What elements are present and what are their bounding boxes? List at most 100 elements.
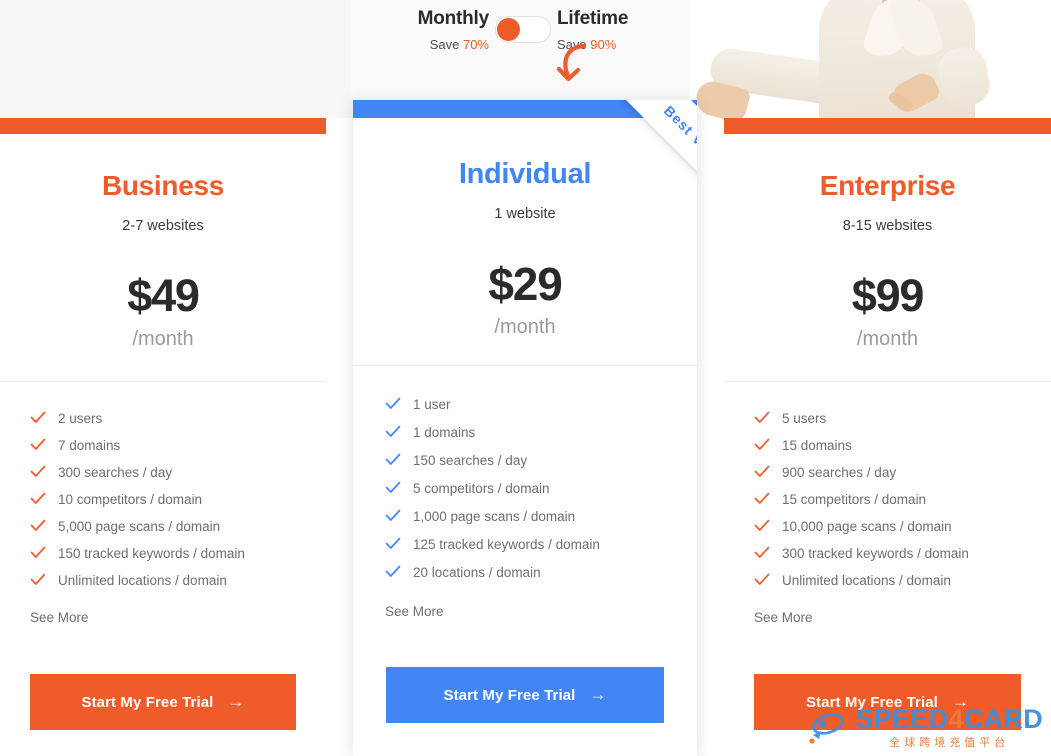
check-icon [754,437,770,453]
feature-item: 2 users [30,410,326,426]
monthly-save-text: Save 70% [369,37,489,52]
lifetime-save-prefix: Save [557,37,591,52]
see-more-link-individual[interactable]: See More [353,604,697,619]
plan-header-individual: Individual 1 website $29 /month [353,100,697,339]
feature-label: 5 competitors / domain [413,480,550,496]
pricing-cards-grid: Business 2-7 websites $49 /month 2 users… [0,0,1051,756]
feature-item: 5,000 page scans / domain [30,518,326,534]
arrow-right-icon: → [227,692,245,711]
check-icon [385,564,401,580]
check-icon [754,410,770,426]
feature-label: 150 searches / day [413,452,528,468]
cta-label: Start My Free Trial [81,693,214,711]
billing-toggle-area: Monthly Save 70% Lifetime Save 90% [351,4,695,96]
feature-label: 300 searches / day [58,464,173,480]
lifetime-label: Lifetime [557,8,629,29]
check-icon [30,491,46,507]
feature-item: 150 tracked keywords / domain [30,545,326,561]
cta-wrapper-business: Start My Free Trial → [0,674,326,756]
feature-label: 900 searches / day [782,464,897,480]
feature-label: 300 tracked keywords / domain [782,545,969,561]
feature-item: 7 domains [30,437,326,453]
lifetime-save-value: 90% [590,37,617,52]
check-icon [754,518,770,534]
plan-price-enterprise: $99 [851,270,925,321]
check-icon [30,545,46,561]
plan-price-business: $49 [127,270,200,321]
feature-item: 1,000 page scans / domain [385,508,697,524]
feature-label: 5,000 page scans / domain [58,518,221,534]
check-icon [385,396,401,412]
start-free-trial-button-individual[interactable]: Start My Free Trial → [386,667,664,723]
check-icon [30,518,46,534]
plan-price-individual: $29 [488,258,562,310]
check-icon [385,480,401,496]
plan-name-enterprise: Enterprise [819,170,956,201]
feature-item: 125 tracked keywords / domain [385,536,697,552]
feature-item: 5 competitors / domain [385,480,697,496]
plan-period-enterprise: /month [856,328,919,350]
feature-label: 5 users [782,410,827,426]
plan-websites-business: 2-7 websites [122,218,204,234]
plan-websites-individual: 1 website [494,206,556,222]
feature-item: Unlimited locations / domain [30,572,326,588]
check-icon [754,491,770,507]
arrow-right-icon: → [589,685,607,704]
feature-label: 125 tracked keywords / domain [413,536,600,552]
check-icon [385,424,401,440]
feature-label: 15 competitors / domain [782,491,927,507]
feature-item: 15 competitors / domain [754,491,1051,507]
check-icon [754,572,770,588]
billing-toggle-row: Monthly Save 70% Lifetime Save 90% [351,8,695,52]
see-more-link-business[interactable]: See More [0,610,326,625]
monthly-save-value: 70% [462,37,489,52]
monthly-option[interactable]: Monthly Save 70% [369,8,495,52]
pricing-card-enterprise: Enterprise 8-15 websites $99 /month 5 us… [724,118,1051,756]
billing-period-switch[interactable] [495,16,551,43]
feature-label: 20 locations / domain [413,564,541,580]
feature-list-individual: 1 user 1 domains 150 searches / day 5 co… [353,366,697,592]
see-more-link-enterprise[interactable]: See More [724,610,1051,625]
feature-label: 1 user [413,396,451,412]
plan-name-business: Business [101,170,225,201]
feature-label: Unlimited locations / domain [58,572,227,588]
plan-period-business: /month [132,328,194,350]
plan-name-individual: Individual [458,158,592,190]
feature-item: 15 domains [754,437,1051,453]
feature-item: 300 searches / day [30,464,326,480]
check-icon [30,410,46,426]
feature-item: 20 locations / domain [385,564,697,580]
lifetime-option[interactable]: Lifetime Save 90% [551,8,677,52]
feature-label: 10 competitors / domain [58,491,203,507]
check-icon [385,536,401,552]
feature-label: 10,000 page scans / domain [782,518,952,534]
feature-label: 1,000 page scans / domain [413,508,576,524]
feature-list-business: 2 users 7 domains 300 searches / day 10 … [0,382,326,599]
pricing-card-individual: Best Value Individual 1 website $29 /mon… [353,100,697,756]
plan-period-individual: /month [494,316,556,338]
monthly-save-prefix: Save [429,37,463,52]
monthly-label: Monthly [417,8,490,29]
check-icon [30,437,46,453]
feature-label: 7 domains [58,437,121,453]
feature-list-enterprise: 5 users 15 domains 900 searches / day 15… [724,382,1051,599]
feature-item: 150 searches / day [385,452,697,468]
check-icon [385,508,401,524]
feature-item: 300 tracked keywords / domain [754,545,1051,561]
feature-item: Unlimited locations / domain [754,572,1051,588]
plan-websites-enterprise: 8-15 websites [842,218,933,234]
feature-item: 5 users [754,410,1051,426]
start-free-trial-button-business[interactable]: Start My Free Trial → [30,674,296,730]
pricing-card-business: Business 2-7 websites $49 /month 2 users… [0,118,326,756]
lifetime-save-text: Save 90% [557,37,677,52]
start-free-trial-button-enterprise[interactable]: Start My Free Trial → [754,674,1021,730]
feature-label: 150 tracked keywords / domain [58,545,245,561]
check-icon [754,545,770,561]
arrow-right-icon: → [951,692,970,711]
check-icon [30,572,46,588]
cta-label: Start My Free Trial [443,686,576,704]
feature-item: 10,000 page scans / domain [754,518,1051,534]
feature-item: 900 searches / day [754,464,1051,480]
feature-item: 1 domains [385,424,697,440]
check-icon [754,464,770,480]
